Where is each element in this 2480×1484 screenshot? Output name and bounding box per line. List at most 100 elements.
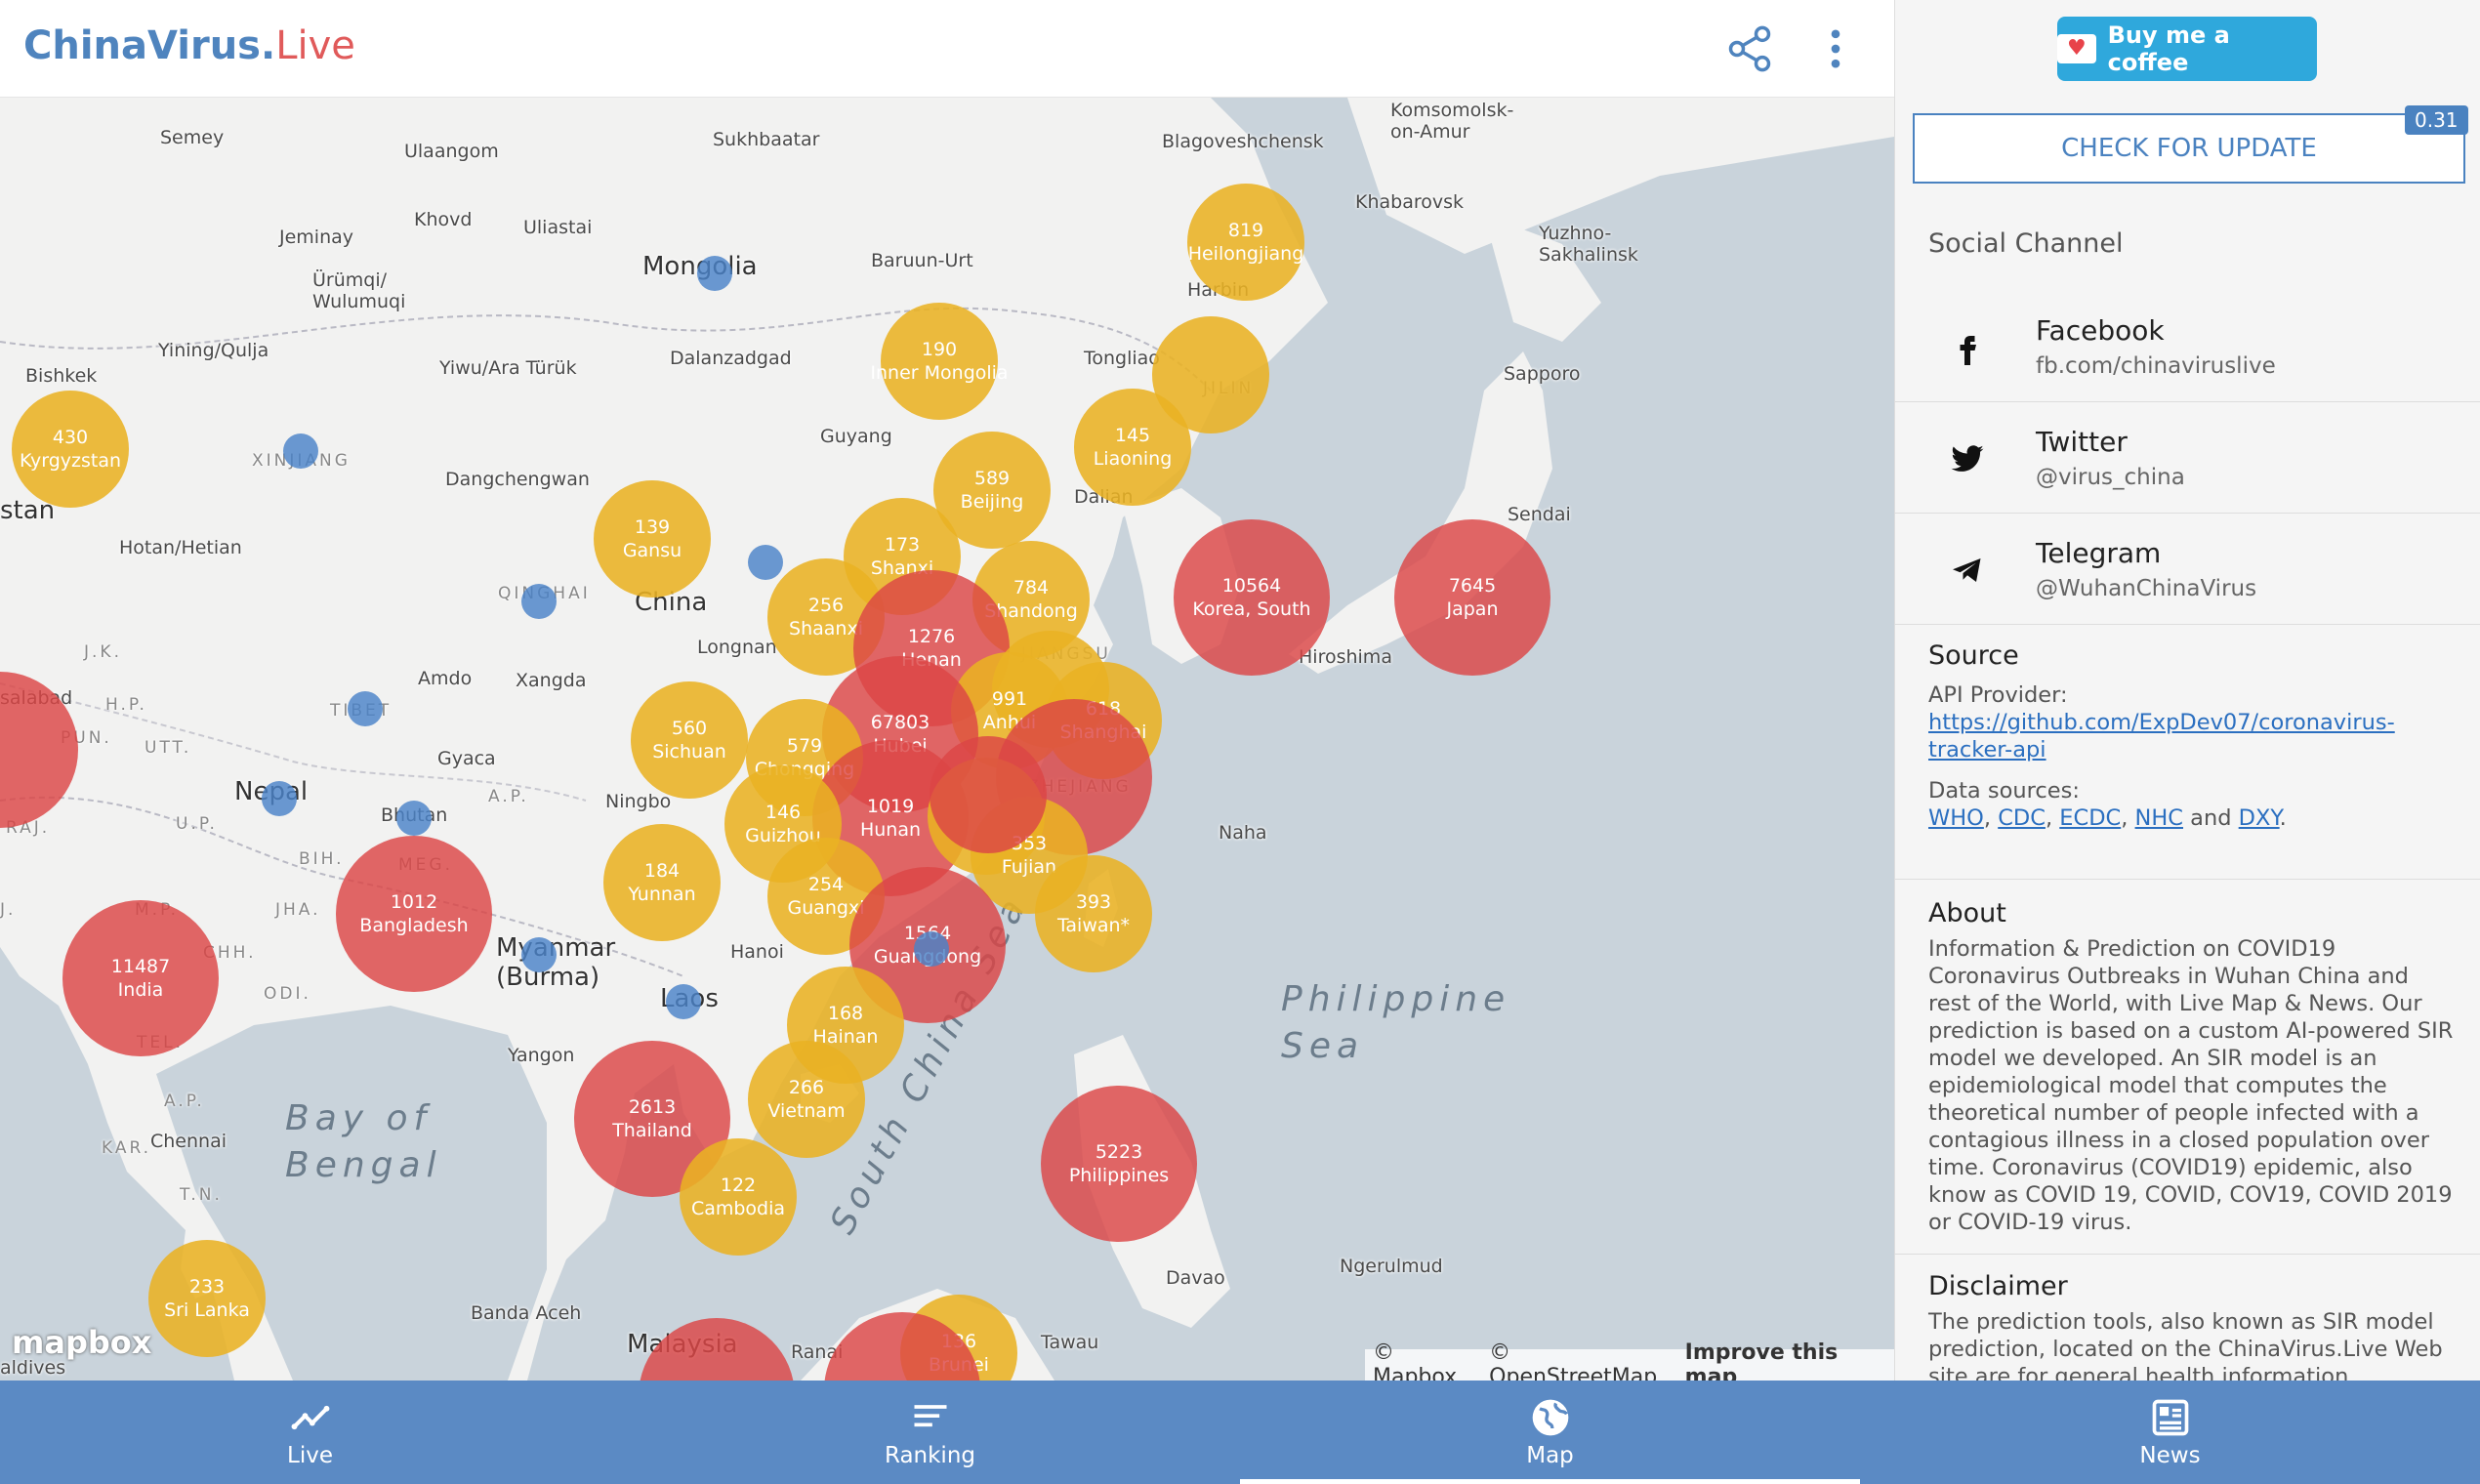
mapbox-attribution-link[interactable]: © Mapbox — [1373, 1340, 1479, 1381]
source-link-ecdc[interactable]: ECDC — [2059, 805, 2121, 831]
map-place-label: Dangchengwan — [445, 469, 590, 490]
trend-line-icon — [291, 1405, 329, 1430]
disclaimer-text: The prediction tools, also known as SIR … — [1928, 1309, 2443, 1381]
case-bubble[interactable]: 5223 Philippines — [1041, 1086, 1197, 1242]
source-link-dxy[interactable]: DXY — [2239, 805, 2280, 831]
case-count: 10564 — [1221, 575, 1282, 597]
case-count: 233 — [188, 1276, 226, 1298]
buy-coffee-label: Buy me a coffee — [2107, 21, 2230, 76]
map-place-label: A.P. — [164, 1092, 205, 1111]
source-title: Source — [1928, 640, 2019, 671]
about-title: About — [1928, 898, 2006, 928]
map-place-label: Bishkek — [25, 365, 98, 387]
region-name: Vietnam — [767, 1100, 846, 1122]
case-bubble[interactable]: 145 Liaoning — [1074, 389, 1191, 506]
region-name: Bangladesh — [359, 915, 469, 936]
tab-label: News — [2139, 1443, 2201, 1468]
case-bubble[interactable]: 819 Heilongjiang — [1187, 184, 1304, 301]
map-place-label: Hotan/Hetian — [119, 537, 242, 558]
source-body: API Provider: https://github.com/ExpDev0… — [1928, 681, 2456, 832]
osm-attribution-link[interactable]: © OpenStreetMap — [1489, 1340, 1675, 1381]
social-item-telegram[interactable]: Telegram @WuhanChinaVirus — [1895, 514, 2480, 625]
case-bubble[interactable]: 266 Vietnam — [748, 1041, 865, 1158]
case-count: 784 — [1013, 577, 1050, 598]
map-place-label: U.P. — [176, 814, 218, 834]
social-handle: fb.com/chinaviruslive — [2036, 353, 2276, 379]
source-link-nhc[interactable]: NHC — [2135, 805, 2183, 831]
map-place-label: Gyaca — [437, 748, 496, 769]
case-bubble[interactable] — [930, 736, 1047, 853]
api-provider-link[interactable]: https://github.com/ExpDev07/coronavirus-… — [1928, 710, 2395, 763]
tab-ranking[interactable]: Ranking — [620, 1381, 1240, 1484]
map-dot[interactable] — [521, 937, 557, 972]
news-icon — [2152, 1399, 2188, 1436]
info-panel[interactable]: Buy me a coffee CHECK FOR UPDATE 0.31 So… — [1894, 0, 2480, 1381]
data-sources-label: Data sources: — [1928, 778, 2080, 804]
region-name: Cambodia — [690, 1198, 786, 1219]
region-name: Guangxi — [787, 897, 865, 919]
case-bubble[interactable]: 7645 Japan — [1394, 519, 1550, 676]
share-button[interactable] — [1724, 23, 1775, 74]
source-link-who[interactable]: WHO — [1928, 805, 1984, 831]
case-count: 184 — [643, 860, 681, 882]
map-place-label: Yangon — [508, 1045, 575, 1066]
map-dot[interactable] — [914, 931, 949, 967]
case-count: 122 — [720, 1175, 757, 1196]
case-count: 991 — [991, 688, 1028, 710]
map-place-label: Khovd — [414, 209, 473, 230]
map-dot[interactable] — [697, 256, 732, 291]
map-dot[interactable] — [396, 801, 432, 836]
case-bubble[interactable]: 233 Sri Lanka — [148, 1240, 266, 1357]
map-dot[interactable] — [521, 584, 557, 619]
check-update-button[interactable]: CHECK FOR UPDATE — [1913, 113, 2465, 184]
region-name: Taiwan* — [1056, 915, 1131, 936]
map-place-label: Tongliao — [1084, 348, 1160, 369]
map-dot[interactable] — [262, 781, 297, 816]
map-place-label: Semey — [160, 127, 225, 148]
map-place-label: Yining/Qulja — [158, 340, 269, 361]
improve-map-link[interactable]: Improve this map — [1685, 1340, 1886, 1381]
social-name: Facebook — [2036, 314, 2165, 347]
map-dot[interactable] — [348, 691, 383, 726]
map-place-label: H.P. — [105, 695, 147, 715]
map-place-label: Ngerulmud — [1340, 1256, 1443, 1277]
map-place-label: Yiwu/Ara Türük — [439, 357, 577, 379]
case-bubble[interactable]: 122 Cambodia — [680, 1138, 797, 1256]
social-item-facebook[interactable]: Facebook fb.com/chinaviruslive — [1895, 291, 2480, 402]
social-item-twitter[interactable]: Twitter @virus_china — [1895, 402, 2480, 514]
tab-live[interactable]: Live — [0, 1381, 620, 1484]
tab-news[interactable]: News — [1860, 1381, 2480, 1484]
map-place-label: J.K. — [84, 642, 122, 662]
case-count: 393 — [1075, 891, 1112, 913]
case-bubble[interactable]: 560 Sichuan — [631, 681, 748, 799]
tab-map[interactable]: Map — [1240, 1381, 1860, 1484]
region-name: Liaoning — [1093, 448, 1173, 470]
map-place-label: Hiroshima — [1299, 646, 1392, 668]
map-place-label: Amdo — [418, 668, 473, 689]
more-menu-button[interactable] — [1818, 23, 1853, 74]
case-bubble[interactable]: 1012 Bangladesh — [336, 836, 492, 992]
case-bubble[interactable]: 11487 India — [62, 900, 219, 1056]
case-bubble[interactable]: 393 Taiwan* — [1035, 855, 1152, 972]
region-name: Beijing — [960, 491, 1024, 513]
region-name: Thailand — [612, 1120, 692, 1141]
map-dot[interactable] — [748, 545, 783, 580]
map-attribution: © Mapbox © OpenStreetMap Improve this ma… — [1365, 1340, 1894, 1381]
buy-coffee-button[interactable]: Buy me a coffee — [2057, 17, 2317, 81]
map-view[interactable]: Semey Ulaangom Sukhbaatar Blagoveshchensk Ko… — [0, 98, 1894, 1381]
source-link-cdc[interactable]: CDC — [1998, 805, 2046, 831]
case-bubble[interactable]: 190 Inner Mongolia — [870, 303, 1009, 420]
about-text: Information & Prediction on COVID19 Coro… — [1928, 936, 2454, 1235]
map-dot[interactable] — [283, 433, 318, 469]
case-count: 146 — [765, 802, 802, 823]
map-place-label: Khabarovsk — [1355, 191, 1465, 213]
map-place-label: Chennai — [150, 1131, 227, 1152]
case-bubble[interactable]: 10564 Korea, South — [1174, 519, 1330, 676]
bottom-navigation: Live Ranking Map News — [0, 1381, 2480, 1484]
case-bubble[interactable]: 184 Yunnan — [603, 824, 721, 941]
case-bubble[interactable]: 430 Kyrgyzstan — [12, 391, 129, 508]
map-dot[interactable] — [666, 984, 701, 1019]
map-place-label: Sapporo — [1504, 363, 1581, 385]
case-bubble[interactable]: 139 Gansu — [594, 480, 711, 598]
brand-logo[interactable]: ChinaVirus.Live — [23, 23, 355, 68]
